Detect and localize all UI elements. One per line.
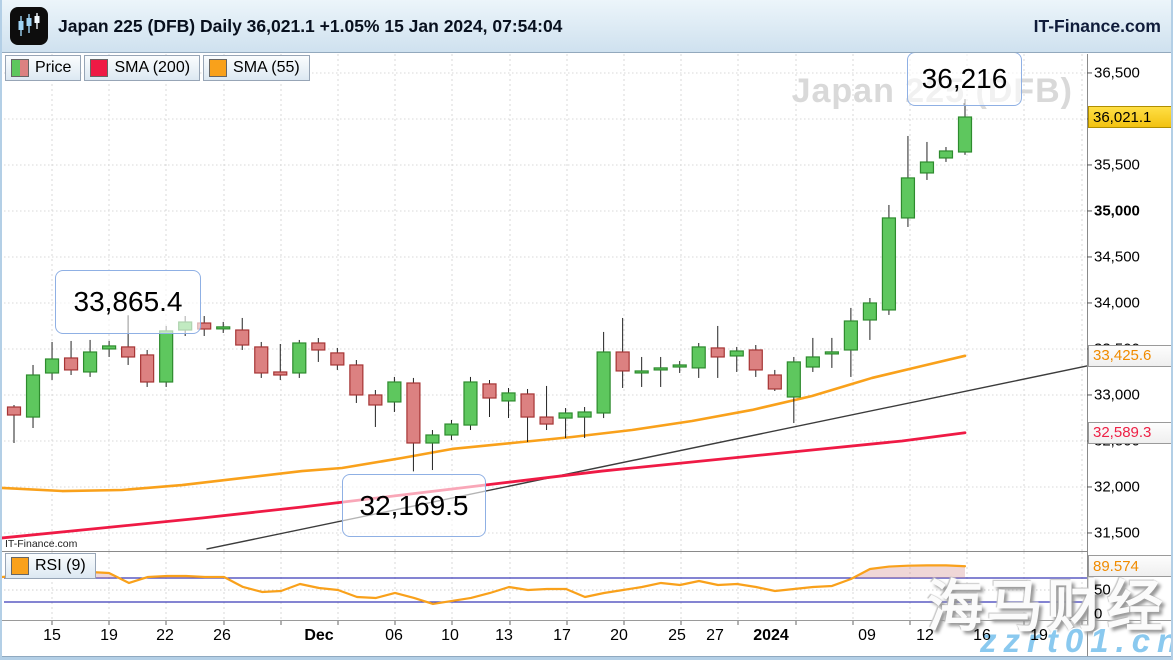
candlestick	[673, 365, 686, 367]
candlestick	[578, 412, 591, 417]
legend-chip-rsi-9-[interactable]: RSI (9)	[5, 553, 96, 579]
legend-chip-sma-55-[interactable]: SMA (55)	[203, 55, 310, 81]
candlestick	[692, 347, 705, 368]
sma55-swatch	[11, 557, 29, 575]
chart-window: Japan 225 (DFB) Daily 36,021.1 +1.05% 15…	[0, 0, 1173, 660]
candlestick	[806, 357, 819, 367]
candlestick	[730, 351, 743, 356]
swing-label-callout[interactable]: 36,216	[907, 52, 1022, 106]
candlestick	[331, 353, 344, 365]
rsi-legend: RSI (9)	[5, 553, 96, 579]
url-watermark: zzrt01.cn	[980, 622, 1173, 660]
swing-label-callout[interactable]: 32,169.5	[342, 474, 486, 537]
candlestick	[768, 375, 781, 389]
sma55-swatch	[209, 59, 227, 77]
candlestick	[540, 417, 553, 424]
candlestick	[293, 343, 306, 373]
candlestick	[426, 435, 439, 443]
candlestick	[654, 368, 667, 370]
main-legend: Price SMA (200) SMA (55)	[5, 55, 310, 81]
candlestick	[825, 352, 838, 354]
candlestick	[502, 393, 515, 401]
candlestick	[84, 352, 97, 372]
candlestick	[901, 178, 914, 218]
plot-brand-text: IT-Finance.com	[5, 538, 77, 550]
candlestick	[46, 359, 59, 373]
legend-chip-label: RSI (9)	[35, 557, 86, 575]
candlestick	[445, 424, 458, 435]
candlestick	[749, 350, 762, 370]
candlestick	[521, 394, 534, 417]
candlestick	[160, 331, 173, 382]
candlestick	[635, 371, 648, 373]
candlestick	[27, 375, 40, 417]
legend-chip-label: Price	[35, 59, 71, 77]
candlestick	[255, 347, 268, 373]
candlestick	[483, 384, 496, 398]
chart-title: Japan 225 (DFB) Daily 36,021.1 +1.05% 15…	[58, 16, 562, 37]
legend-chip-price[interactable]: Price	[5, 55, 81, 81]
candlestick	[274, 372, 287, 375]
candlestick	[464, 382, 477, 425]
candlestick	[8, 407, 21, 415]
candlestick	[863, 303, 876, 320]
candlestick	[920, 162, 933, 173]
legend-chip-sma-200-[interactable]: SMA (200)	[84, 55, 200, 81]
candlestick	[939, 151, 952, 158]
candlestick	[388, 382, 401, 402]
brand-link[interactable]: IT-Finance.com	[1034, 16, 1161, 37]
legend-chip-label: SMA (55)	[233, 59, 300, 77]
candlestick	[350, 365, 363, 395]
candlestick	[217, 327, 230, 329]
trendline	[207, 366, 1087, 549]
legend-chip-label: SMA (200)	[114, 59, 190, 77]
candlestick	[844, 321, 857, 350]
swing-label-callout[interactable]: 33,865.4	[55, 270, 201, 334]
candlestick	[787, 362, 800, 397]
candlestick	[122, 347, 135, 357]
candlestick	[882, 218, 895, 310]
candlestick	[559, 413, 572, 418]
candlestick	[103, 346, 116, 349]
candlestick-chart-icon	[10, 7, 48, 45]
price-swatch	[11, 59, 29, 77]
header-bar: Japan 225 (DFB) Daily 36,021.1 +1.05% 15…	[2, 0, 1171, 53]
sma200-swatch	[90, 59, 108, 77]
candlestick	[407, 383, 420, 443]
candlestick	[616, 352, 629, 371]
candlestick	[959, 117, 972, 152]
candlestick	[597, 352, 610, 413]
candlestick	[65, 358, 78, 370]
rsi-line	[2, 565, 965, 604]
candlestick	[312, 343, 325, 350]
candlestick	[711, 348, 724, 357]
candlestick	[369, 395, 382, 405]
candlestick	[236, 330, 249, 345]
candlestick	[141, 355, 154, 382]
